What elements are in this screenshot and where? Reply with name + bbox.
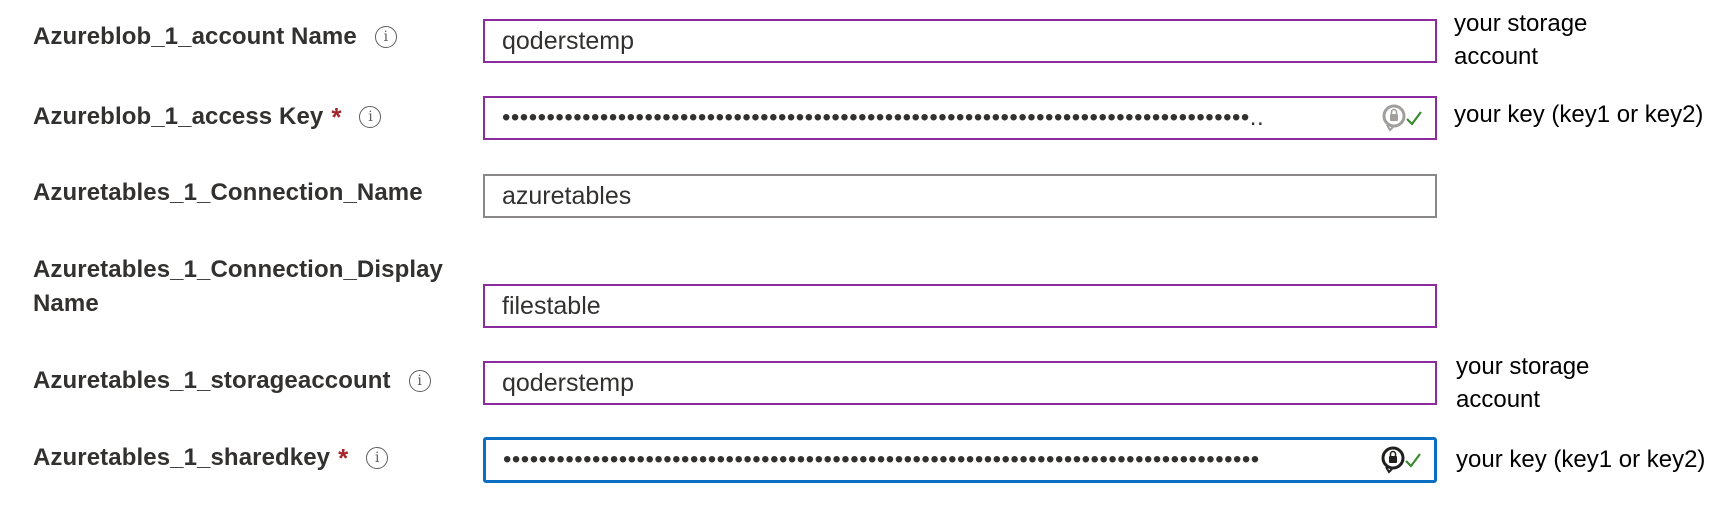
password-icons	[1380, 445, 1422, 475]
note-line: account	[1456, 386, 1541, 413]
azuretables-connection-display-name-input[interactable]: filestable	[483, 284, 1437, 328]
label-line: Name	[33, 290, 99, 317]
check-icon	[1406, 111, 1422, 126]
field-label: Azuretables_1_storageaccount	[33, 367, 391, 394]
required-marker: *	[338, 443, 349, 473]
key-note: your key (key1 or key2)	[1456, 446, 1706, 473]
field-label: Azuretables_1_Connection_Name	[33, 179, 423, 206]
field-row-azuretables-connection-display-name: Azuretables_1_Connection_Display Name	[33, 253, 453, 321]
input-value: qoderstemp	[502, 368, 635, 397]
field-label: Azureblob_1_access Key	[33, 103, 324, 130]
field-row-azuretables-connection-name: Azuretables_1_Connection_Name	[33, 176, 423, 210]
azuretables-connection-name-input[interactable]: azuretables	[483, 174, 1437, 218]
storage-account-note: your storage account	[1456, 350, 1589, 416]
field-row-azuretables-storageaccount: Azuretables_1_storageaccount i	[33, 364, 431, 398]
password-value: ••••••••••••••••••••••••••••••••••••••••…	[503, 448, 1260, 472]
input-value: azuretables	[502, 181, 632, 210]
field-label: Azureblob_1_account Name	[33, 23, 357, 50]
azuretables-storageaccount-input[interactable]: qoderstemp	[483, 361, 1437, 405]
parameters-form: Azureblob_1_account Name i qoderstemp yo…	[0, 0, 1726, 516]
note-line: account	[1454, 43, 1539, 70]
info-icon[interactable]: i	[359, 106, 382, 128]
field-row-azuretables-sharedkey: Azuretables_1_sharedkey * i	[33, 441, 389, 475]
field-label: Azuretables_1_sharedkey	[33, 444, 331, 471]
note-line: your storage	[1454, 10, 1588, 37]
storage-account-note: your storage account	[1454, 7, 1587, 73]
azuretables-sharedkey-input[interactable]: ••••••••••••••••••••••••••••••••••••••••…	[483, 437, 1437, 483]
required-marker: *	[331, 102, 342, 132]
key-note: your key (key1 or key2)	[1454, 101, 1704, 128]
password-value: ••••••••••••••••••••••••••••••••••••••••…	[502, 106, 1265, 130]
note-line: your storage	[1456, 353, 1590, 380]
info-icon[interactable]: i	[374, 26, 397, 48]
field-row-azureblob-account-name: Azureblob_1_account Name i	[33, 20, 397, 54]
password-icons	[1381, 103, 1423, 133]
info-icon[interactable]: i	[408, 370, 431, 392]
field-row-azureblob-access-key: Azureblob_1_access Key * i	[33, 100, 382, 134]
input-value: filestable	[502, 291, 601, 320]
info-icon[interactable]: i	[366, 447, 389, 469]
label-line: Azuretables_1_Connection_Display	[33, 256, 443, 283]
input-value: qoderstemp	[502, 26, 635, 55]
azureblob-account-name-input[interactable]: qoderstemp	[483, 19, 1437, 63]
azureblob-access-key-input[interactable]: ••••••••••••••••••••••••••••••••••••••••…	[483, 96, 1437, 140]
field-label: Azuretables_1_Connection_Display Name	[33, 253, 453, 321]
check-icon	[1405, 453, 1421, 468]
